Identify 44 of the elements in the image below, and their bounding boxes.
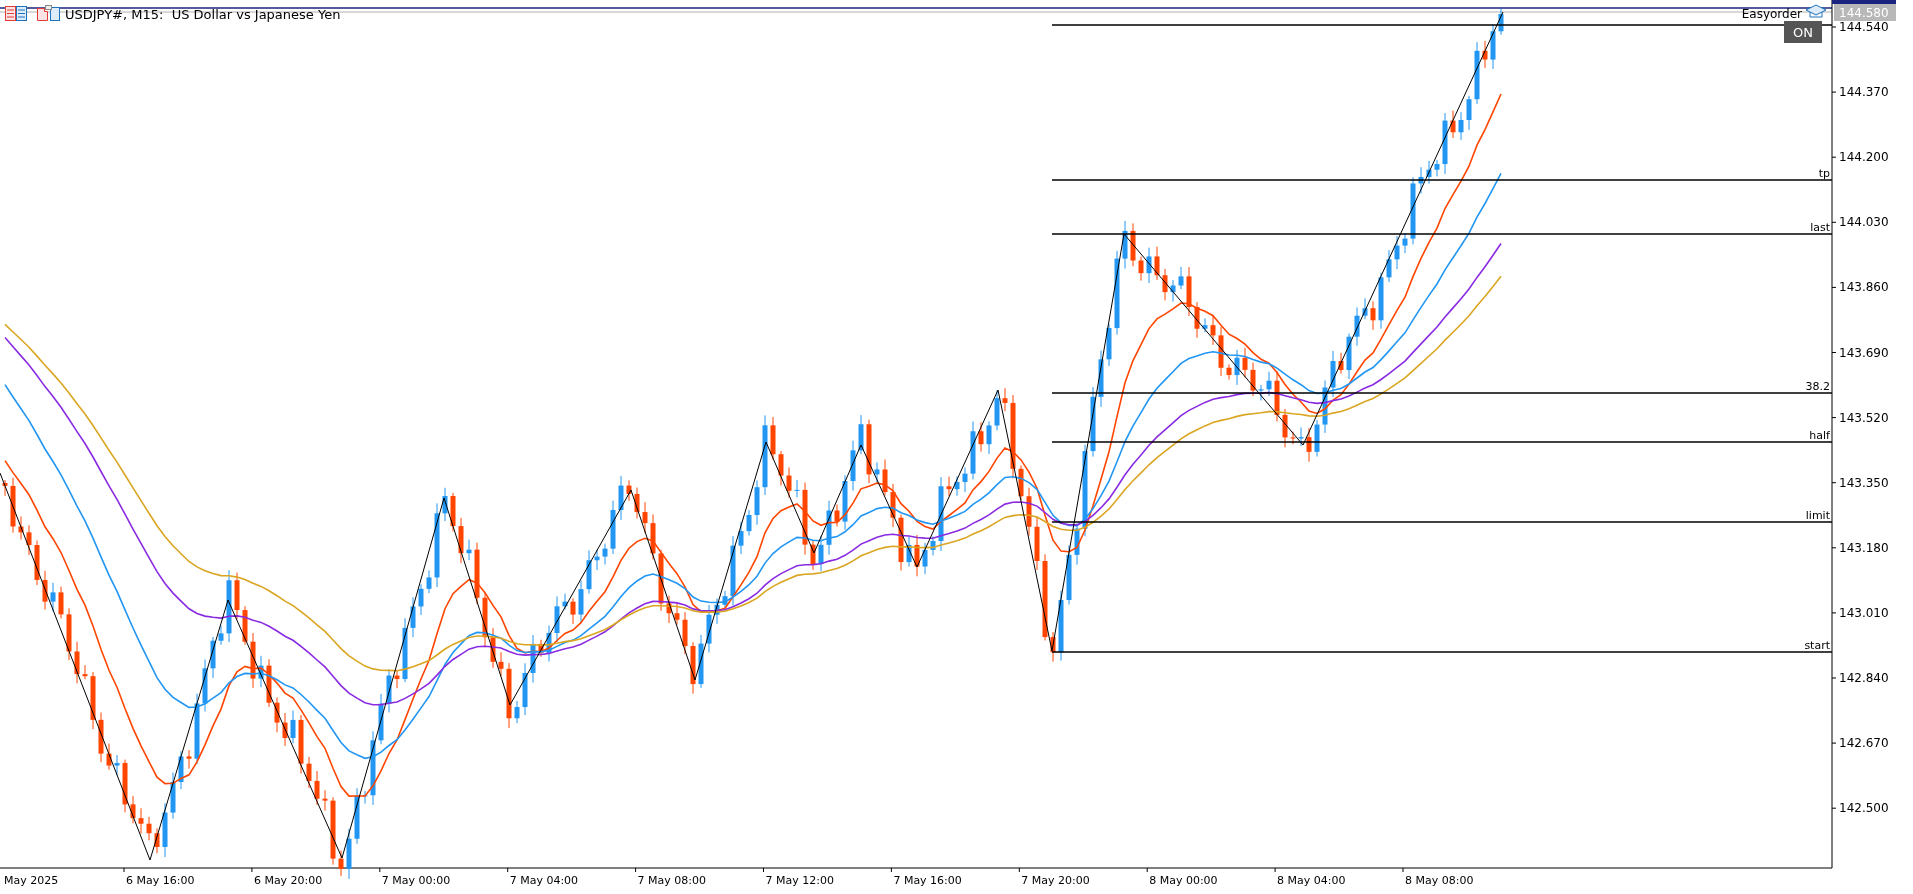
level-label: 38.2 <box>1805 380 1830 393</box>
price-axis-label: 143.180 <box>1839 540 1889 555</box>
price-axis-label: 142.670 <box>1839 736 1889 751</box>
on-button[interactable]: ON <box>1784 21 1822 43</box>
price-axis-label: 143.520 <box>1839 410 1889 425</box>
price-axis-label: 144.200 <box>1839 150 1889 165</box>
chart-window-icon[interactable] <box>5 6 27 21</box>
time-axis-label: 8 May 04:00 <box>1277 874 1346 887</box>
chart-title: USDJPY#, M15: US Dollar vs Japanese Yen <box>65 7 341 22</box>
price-axis-label: 143.350 <box>1839 475 1889 490</box>
price-axis-label: 144.030 <box>1839 215 1889 230</box>
level-label: tp <box>1818 167 1830 180</box>
template-icon[interactable] <box>37 5 60 21</box>
price-axis-label: 142.500 <box>1839 801 1889 816</box>
time-axis-label: 7 May 00:00 <box>381 874 451 887</box>
price-axis-label: 144.370 <box>1839 85 1889 100</box>
level-label: last <box>1810 221 1830 234</box>
level-label: start <box>1804 639 1830 652</box>
level-label: limit <box>1805 509 1830 522</box>
time-axis-label: 6 May 20:00 <box>253 874 323 887</box>
level-line[interactable] <box>1051 179 1833 181</box>
level-line[interactable] <box>1051 233 1833 235</box>
level-line[interactable] <box>1051 441 1833 443</box>
time-axis-label: 7 May 16:00 <box>893 874 962 887</box>
price-axis-label: 142.840 <box>1839 671 1889 685</box>
level-line[interactable] <box>1051 651 1833 653</box>
time-axis-label: 7 May 08:00 <box>637 874 707 887</box>
price-axis-label: 144.540 <box>1839 20 1889 34</box>
level-line[interactable] <box>1051 392 1833 394</box>
time-axis-label: 8 May 08:00 <box>1405 874 1474 887</box>
time-axis-label: 8 May 00:00 <box>1149 874 1218 887</box>
time-axis-label: 7 May 12:00 <box>765 874 834 887</box>
level-label: half <box>1809 429 1830 442</box>
price-axis-label: 143.010 <box>1839 605 1889 620</box>
price-axis-label: 143.690 <box>1839 345 1889 360</box>
current-price-tag: 144.580 <box>1834 4 1896 21</box>
price-axis-label: 143.860 <box>1839 280 1889 295</box>
time-axis-label: 7 May 20:00 <box>1021 874 1090 887</box>
indicator-label: Easyorder <box>1741 7 1802 21</box>
time-axis-label: May 2025 <box>4 874 59 887</box>
graduation-cap-icon[interactable] <box>1805 4 1827 18</box>
level-line[interactable] <box>1051 521 1833 523</box>
time-axis-label: 7 May 04:00 <box>509 874 579 887</box>
time-axis-label: 6 May 16:00 <box>126 874 195 887</box>
